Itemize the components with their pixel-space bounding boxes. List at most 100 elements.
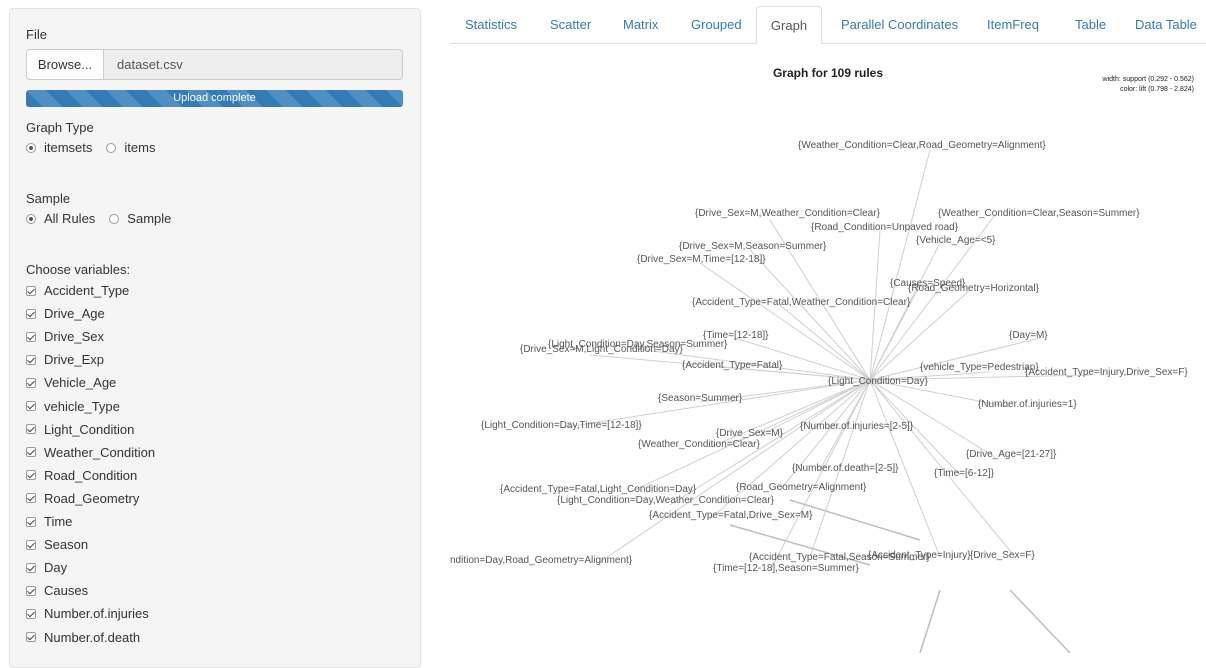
graph-node-label: {Number.of.injuries=[2-5]}	[800, 421, 914, 432]
checkbox[interactable]	[26, 539, 36, 550]
graph-edge	[769, 379, 871, 572]
tab-matrix[interactable]: Matrix	[608, 6, 658, 44]
variable-row[interactable]: Day	[26, 560, 67, 575]
variable-row[interactable]: vehicle_Type	[26, 399, 120, 414]
graph-node-label: {Road_Geometry=Horizontal}	[908, 283, 1039, 294]
tab-itemfreq[interactable]: ItemFreq	[972, 6, 1039, 44]
graph-node-label: {Number.of.injuries=1}	[978, 399, 1077, 410]
sample-label: Sample	[26, 191, 71, 206]
graph-node-label: {Road_Geometry=Alignment}	[736, 482, 867, 493]
tab-graph[interactable]: Graph	[756, 6, 822, 44]
checkbox[interactable]	[26, 493, 36, 504]
checkbox[interactable]	[26, 308, 36, 319]
graph-node-label: {Road_Condition=Unpaved road}	[811, 222, 959, 233]
checkbox[interactable]	[26, 470, 36, 481]
variable-label[interactable]: Light_Condition	[44, 422, 134, 437]
variable-label[interactable]: Causes	[44, 583, 88, 598]
checkbox[interactable]	[26, 585, 36, 596]
radio-items-label[interactable]: items	[124, 140, 155, 155]
graph-node-label: {Drive_Sex=M,Time=[12-18]}	[637, 254, 766, 265]
tab-table[interactable]: Table	[1060, 6, 1106, 44]
graph-node-label: {vehicle_Type=Pedestrian}	[920, 362, 1039, 373]
tab-grouped[interactable]: Grouped	[676, 6, 742, 44]
graph-node-label: {Weather_Condition=Clear}	[638, 439, 760, 450]
graph-node-label: {Vehicle_Age=<5}	[916, 235, 996, 246]
radio-items[interactable]	[106, 142, 117, 153]
file-name-field[interactable]: dataset.csv	[104, 49, 403, 80]
radio-itemsets-label[interactable]: itemsets	[44, 140, 92, 155]
graph-plot: Graph for 109 rules width: support (0.29…	[450, 45, 1206, 653]
variable-row[interactable]: Drive_Exp	[26, 352, 104, 367]
graph-edge	[779, 304, 871, 381]
variable-row[interactable]: Weather_Condition	[26, 445, 155, 460]
radio-itemsets[interactable]	[26, 142, 36, 153]
variable-label[interactable]: Road_Condition	[44, 468, 137, 483]
checkbox[interactable]	[26, 516, 36, 527]
checkbox[interactable]	[26, 608, 36, 619]
graph-node-label: {Drive_Sex=M,Season=Summer}	[679, 241, 827, 252]
variable-row[interactable]: Road_Geometry	[26, 491, 139, 506]
variable-row[interactable]: Light_Condition	[26, 422, 134, 437]
legend-color: color: lift (0.798 - 2.824)	[1120, 86, 1194, 93]
variable-label[interactable]: Number.of.injuries	[44, 606, 149, 621]
variable-label[interactable]: Accident_Type	[44, 283, 129, 298]
checkbox[interactable]	[26, 377, 36, 388]
file-input-group[interactable]: Browse... dataset.csv	[26, 49, 403, 80]
variable-row[interactable]: Number.of.injuries	[26, 606, 149, 621]
radio-sample[interactable]	[109, 213, 120, 224]
variable-row[interactable]: Accident_Type	[26, 283, 129, 298]
tab-parallel-coordinates[interactable]: Parallel Coordinates	[826, 6, 958, 44]
checkbox[interactable]	[26, 285, 36, 296]
graph-node-label: {Drive_Sex=M,Light_Condition=Day}	[520, 344, 683, 355]
sample-radio-group: All Rules Sample	[26, 211, 185, 226]
graph-node-label: {Day=M}	[1009, 330, 1048, 341]
choose-variables-label: Choose variables:	[26, 262, 131, 277]
variable-row[interactable]: Causes	[26, 583, 88, 598]
sidebar-panel: File Browse... dataset.csv Upload comple…	[9, 8, 421, 668]
variable-row[interactable]: Vehicle_Age	[26, 375, 116, 390]
variable-label[interactable]: Vehicle_Age	[44, 375, 116, 390]
radio-all-rules[interactable]	[26, 213, 36, 224]
graph-node-label: {Number.of.death=[2-5]}	[792, 463, 899, 474]
checkbox[interactable]	[26, 424, 36, 435]
checkbox[interactable]	[26, 632, 36, 642]
variable-label[interactable]: Number.of.death	[44, 630, 140, 645]
checkbox[interactable]	[26, 331, 36, 342]
variable-row[interactable]: Number.of.death	[26, 630, 140, 645]
variable-label[interactable]: Day	[44, 560, 67, 575]
graph-type-label: Graph Type	[26, 120, 94, 135]
graph-node-label: {Accident_Type=Fatal,Light_Condition=Day…	[500, 484, 697, 495]
graph-node-label: {Drive_Age=[21-27]}	[966, 449, 1057, 460]
tab-statistics[interactable]: Statistics	[450, 6, 517, 44]
variable-label[interactable]: Road_Geometry	[44, 491, 139, 506]
variable-label[interactable]: Drive_Exp	[44, 352, 104, 367]
graph-edge	[1009, 589, 1071, 653]
variable-row[interactable]: Time	[26, 514, 72, 529]
variable-row[interactable]: Drive_Sex	[26, 329, 104, 344]
radio-sample-label[interactable]: Sample	[127, 211, 171, 226]
tab-scatter[interactable]: Scatter	[535, 6, 591, 44]
variable-label[interactable]: Drive_Age	[44, 306, 105, 321]
graph-node-label: {Weather_Condition=Clear,Road_Geometry=A…	[798, 140, 1046, 151]
checkbox[interactable]	[26, 562, 36, 573]
variable-label[interactable]: Drive_Sex	[44, 329, 104, 344]
tab-data-table[interactable]: Data Table	[1120, 6, 1197, 44]
tab-bar: Statistics Scatter Matrix Grouped Graph Paral…	[450, 6, 1206, 44]
variable-row[interactable]: Road_Condition	[26, 468, 137, 483]
radio-all-rules-label[interactable]: All Rules	[44, 211, 95, 226]
graph-edge	[869, 149, 931, 381]
browse-button[interactable]: Browse...	[26, 49, 104, 80]
variable-label[interactable]: Weather_Condition	[44, 445, 155, 460]
checkbox[interactable]	[26, 401, 36, 411]
variable-row[interactable]: Drive_Age	[26, 306, 105, 321]
checkbox[interactable]	[26, 354, 36, 365]
graph-node-label: {Light_Condition=Day,Weather_Condition=C…	[557, 495, 774, 506]
checkbox[interactable]	[26, 447, 36, 458]
graph-node-label: {Accident_Type=Injury,Drive_Sex=F}	[1025, 367, 1188, 378]
variable-label[interactable]: Time	[44, 514, 72, 529]
variable-row[interactable]: Season	[26, 537, 88, 552]
graph-node-label: {Drive_Sex=M,Weather_Condition=Clear}	[695, 208, 880, 219]
graph-node-label: {Light_Condition=Day}	[828, 376, 928, 387]
variable-label[interactable]: Season	[44, 537, 88, 552]
variable-label[interactable]: vehicle_Type	[44, 399, 120, 414]
